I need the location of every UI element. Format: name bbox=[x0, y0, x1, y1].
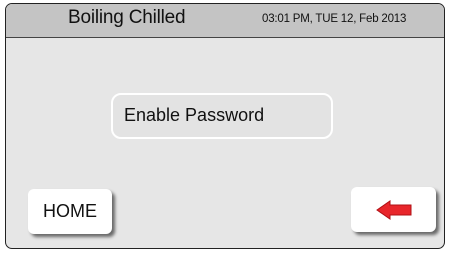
enable-password-label: Enable Password bbox=[124, 105, 265, 125]
datetime-display: 03:01 PM, TUE 12, Feb 2013 bbox=[262, 13, 407, 25]
enable-password-button[interactable]: Enable Password bbox=[111, 93, 333, 139]
home-button-label: HOME bbox=[43, 201, 97, 221]
back-button[interactable] bbox=[351, 187, 436, 232]
device-screen: Boiling Chilled 03:01 PM, TUE 12, Feb 20… bbox=[5, 3, 445, 249]
left-arrow-icon bbox=[376, 200, 412, 220]
home-button[interactable]: HOME bbox=[28, 189, 112, 234]
app-title: Boiling Chilled bbox=[68, 7, 186, 28]
header-bar: Boiling Chilled 03:01 PM, TUE 12, Feb 20… bbox=[6, 4, 444, 38]
